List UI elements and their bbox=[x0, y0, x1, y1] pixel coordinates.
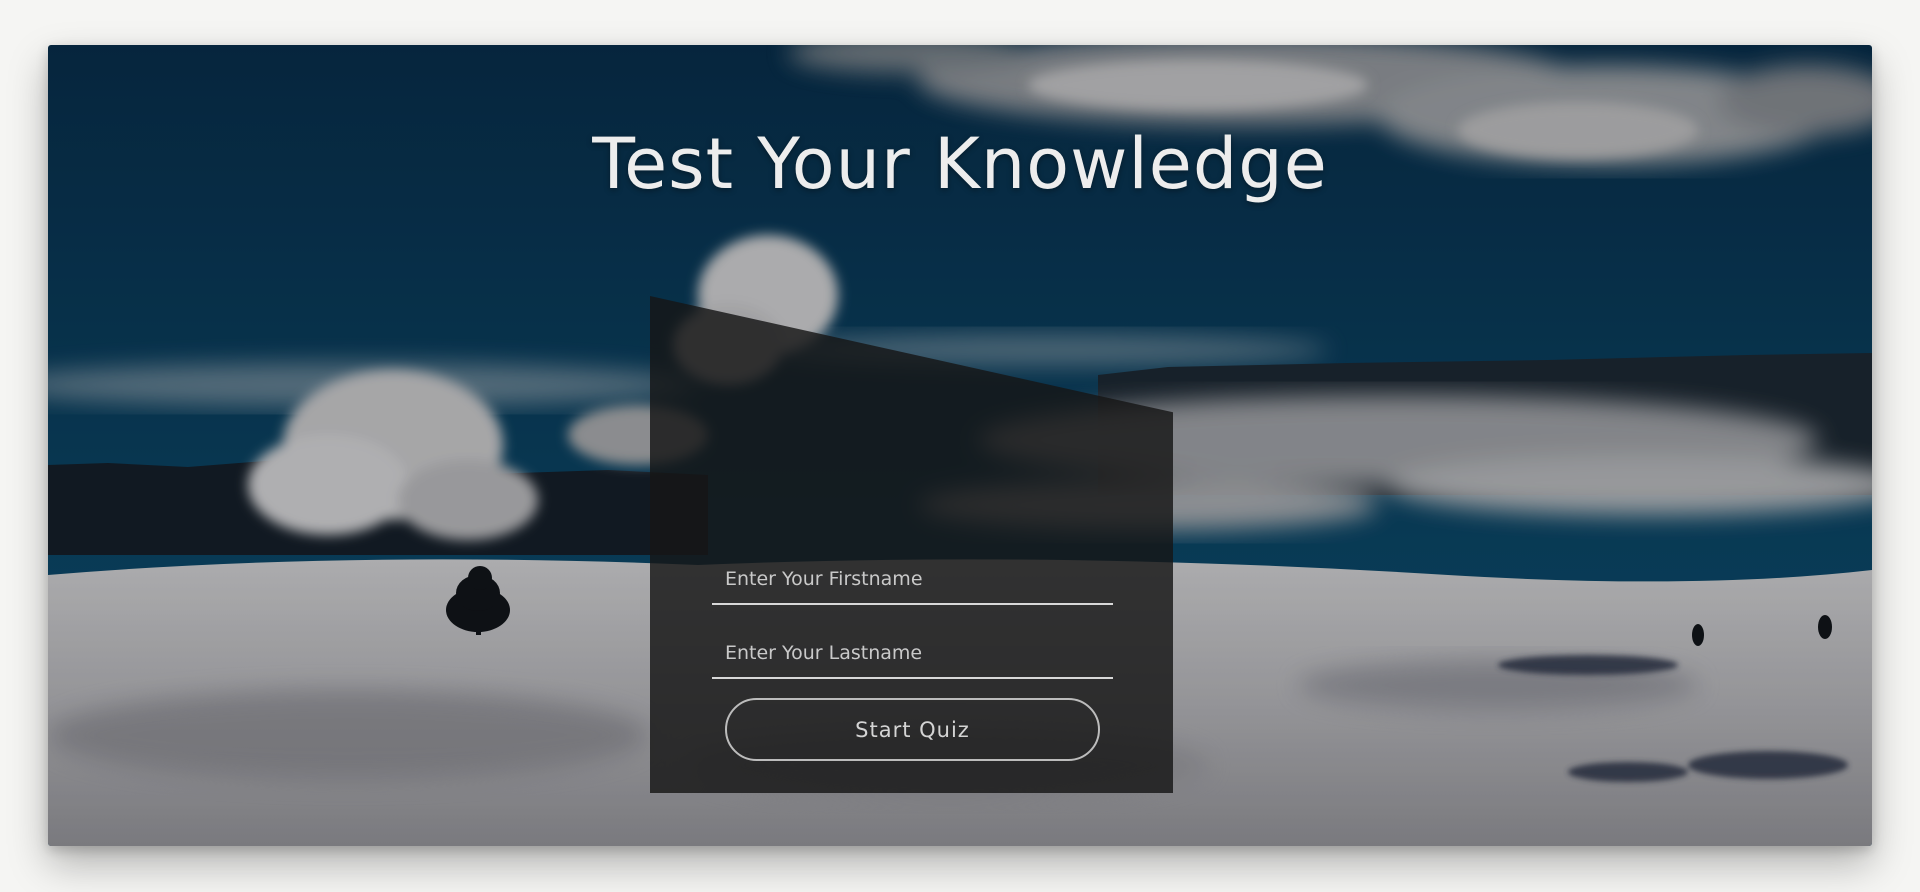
firstname-input[interactable] bbox=[712, 560, 1113, 605]
lastname-input[interactable] bbox=[712, 634, 1113, 679]
start-quiz-button[interactable]: Start Quiz bbox=[725, 698, 1100, 761]
page-title: Test Your Knowledge bbox=[592, 123, 1328, 205]
quiz-start-form: Start Quiz bbox=[712, 560, 1113, 761]
